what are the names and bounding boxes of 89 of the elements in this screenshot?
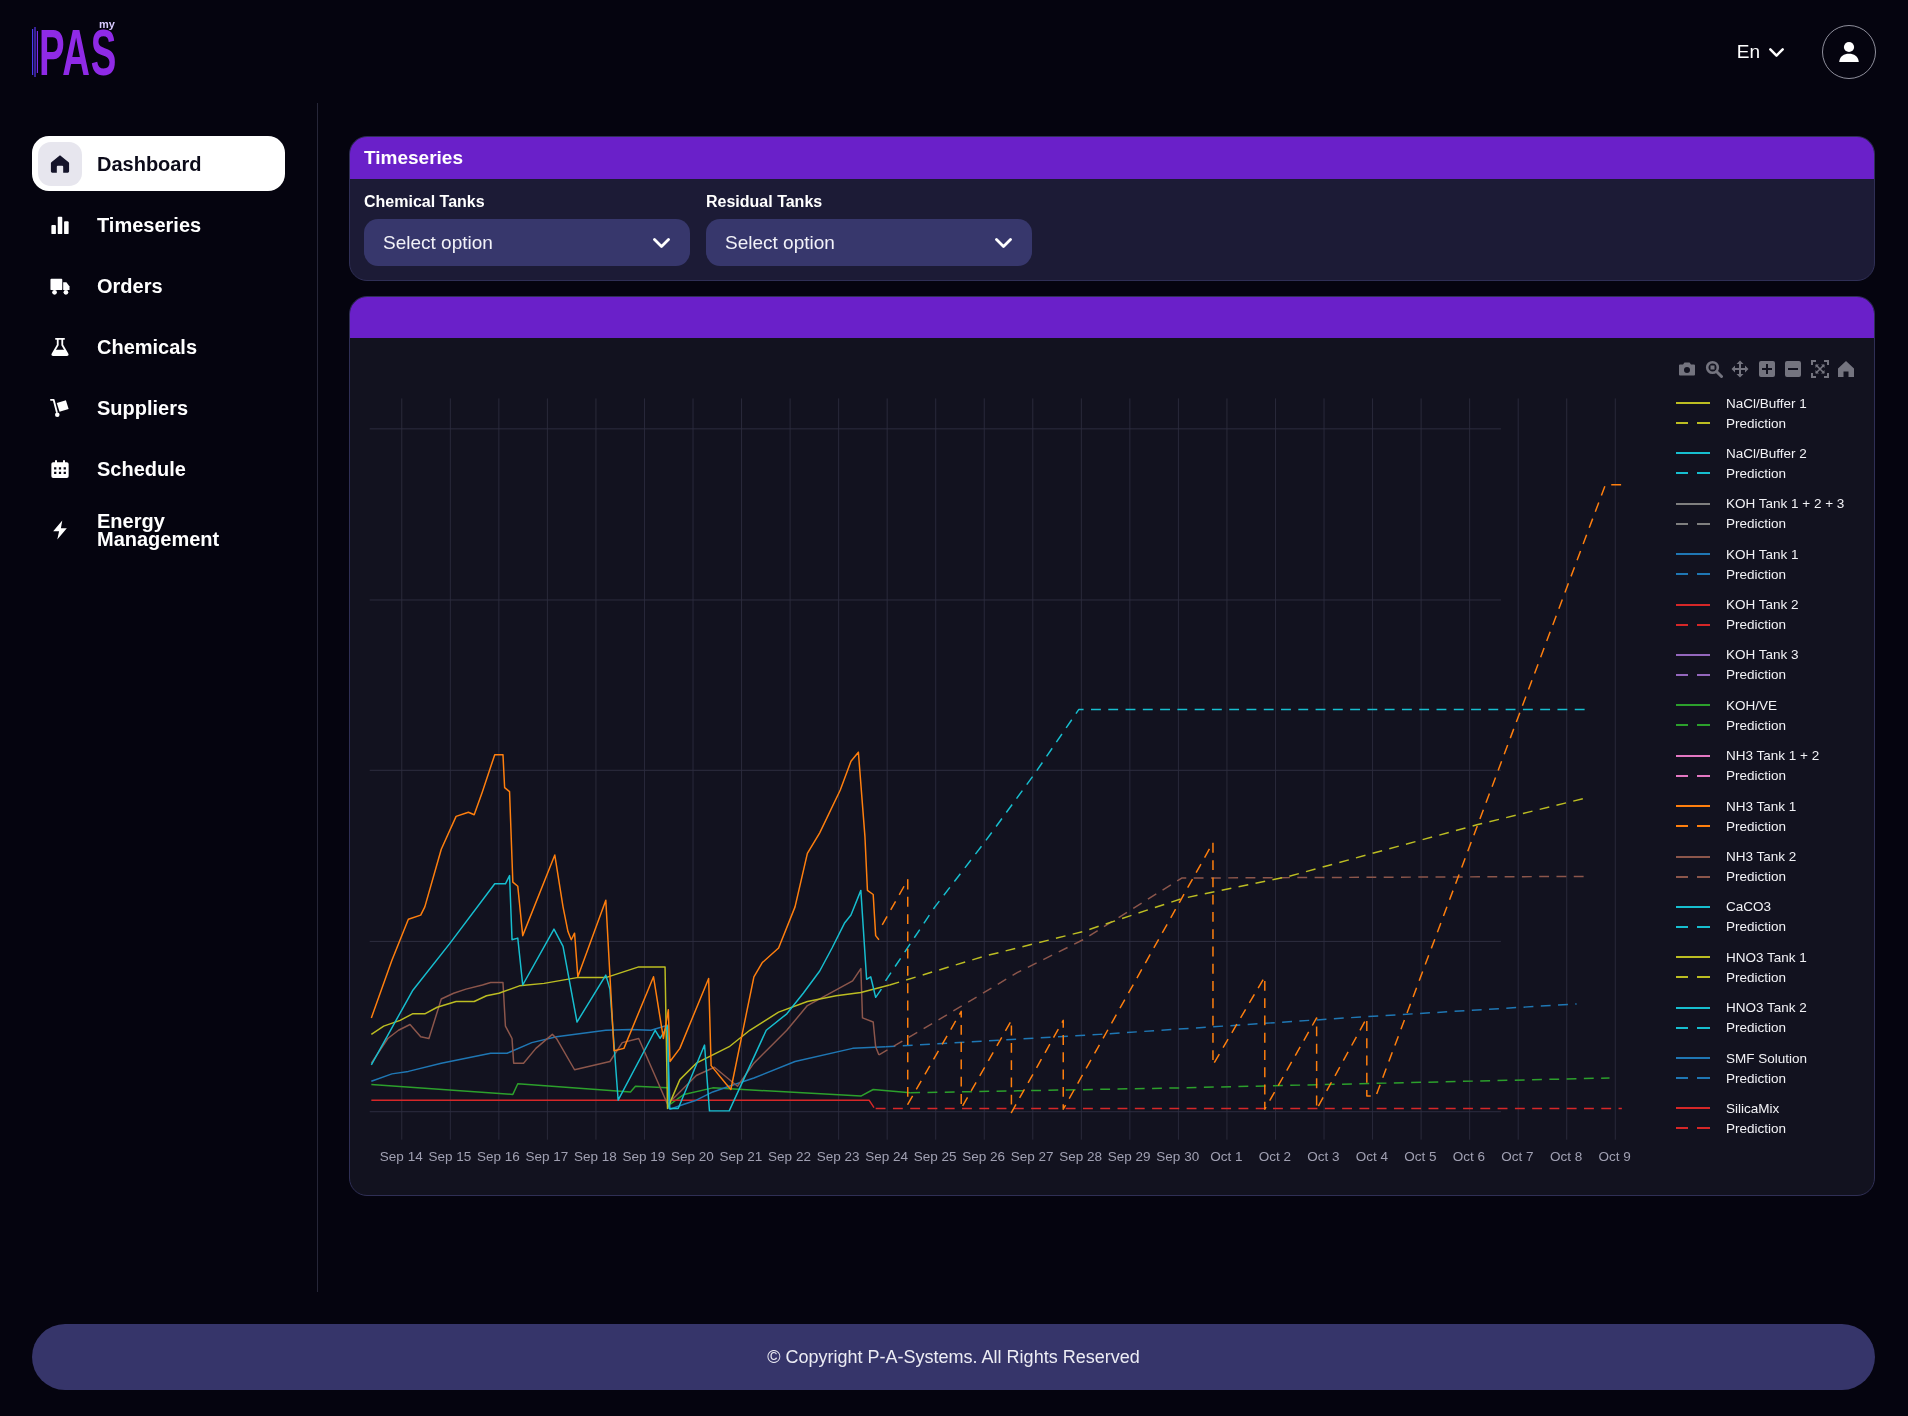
legend-label: HNO3 Tank 1: [1726, 949, 1807, 965]
legend-label: NH3 Tank 2: [1726, 849, 1797, 864]
axis-label: Oct 4: [1354, 1149, 1389, 1165]
chevron-down-icon: [995, 237, 1012, 248]
logo-stripes-icon: [32, 27, 39, 77]
flask-icon: [50, 336, 70, 357]
hand-truck-icon: [50, 397, 70, 418]
legend-label: NH3 Tank 1: [1726, 798, 1797, 814]
legend-label: SilicaMix: [1726, 1100, 1780, 1116]
legend-label: Prediction: [1726, 1070, 1787, 1086]
axis-label: Sep 26: [961, 1149, 1007, 1165]
axis-label: Sep 16: [475, 1149, 521, 1165]
axis-label: Sep 24: [864, 1149, 909, 1165]
legend-label: NaCl/Buffer 1: [1726, 395, 1807, 411]
legend-label: CaCO3: [1726, 899, 1771, 915]
logo-superscript: my: [99, 20, 115, 29]
legend-label: Prediction: [1726, 818, 1787, 834]
legend-label: Prediction: [1726, 1120, 1787, 1136]
legend-label: Prediction: [1726, 566, 1787, 582]
magnifier-icon[interactable]: [1704, 360, 1723, 378]
legend-label: Prediction: [1726, 516, 1787, 532]
field-label: Chemical Tanks: [364, 193, 486, 211]
sidebar-item[interactable]: Timeseries: [32, 197, 285, 252]
sidebar-item[interactable]: Chemicals: [32, 319, 285, 374]
legend-label: SMF Solution: [1726, 1050, 1808, 1066]
legend-label: Prediction: [1726, 667, 1787, 683]
legend-label: Prediction: [1726, 768, 1787, 784]
legend-label: Prediction: [1726, 869, 1787, 884]
sidebar-item[interactable]: Schedule: [32, 441, 285, 496]
axis-label: Sep 28: [1058, 1149, 1104, 1165]
legend-label: Prediction: [1726, 1020, 1787, 1036]
legend-label: KOH Tank 1 + 2 + 3: [1726, 496, 1845, 512]
axis-label: Sep 15: [427, 1149, 473, 1165]
legend-label: Prediction: [1726, 465, 1787, 481]
legend-label: KOH Tank 1: [1726, 546, 1799, 562]
axis-label: Sep 23: [815, 1149, 861, 1165]
axis-label: Sep 22: [767, 1149, 812, 1165]
legend-label: HNO3 Tank 2: [1726, 1000, 1807, 1016]
axis-label: Sep 27: [1009, 1149, 1055, 1165]
bar-chart-icon: [50, 214, 70, 235]
home-icon: [38, 141, 82, 186]
minus-icon[interactable]: [1784, 360, 1802, 378]
axis-label: Sep 21: [718, 1149, 764, 1165]
plus-icon[interactable]: [1757, 360, 1776, 378]
chevron-down-icon: [1769, 47, 1784, 57]
axis-label: Sep 18: [573, 1149, 618, 1165]
legend-label: Prediction: [1726, 415, 1787, 431]
card-title: Timeseries: [364, 147, 463, 169]
language-selector[interactable]: En: [1736, 39, 1784, 65]
legend-label: NH3 Tank 1 + 2: [1726, 748, 1820, 764]
axis-label: Sep 25: [912, 1149, 958, 1165]
axis-label: Oct 5: [1403, 1149, 1438, 1165]
axis-label: Oct 1: [1209, 1149, 1244, 1165]
axis-label: Oct 3: [1306, 1149, 1341, 1165]
camera-icon[interactable]: [1678, 360, 1696, 378]
axis-label: Sep 14: [378, 1149, 424, 1165]
axis-label: Oct 8: [1548, 1149, 1584, 1165]
axis-label: Sep 29: [1106, 1149, 1152, 1165]
axis-label: Oct 6: [1451, 1149, 1487, 1165]
legend-label: Prediction: [1726, 919, 1787, 935]
legend-label: KOH Tank 2: [1726, 597, 1799, 613]
axis-label: Sep 19: [621, 1149, 667, 1165]
dropdown[interactable]: Select option: [364, 219, 690, 266]
calendar-icon: [50, 458, 70, 479]
user-icon: [1839, 41, 1859, 63]
copyright-text: © Copyright P-A-Systems. All Rights Reserved: [767, 1346, 1140, 1368]
dropdown[interactable]: Select option: [706, 219, 1032, 266]
legend-label: KOH Tank 3: [1726, 647, 1799, 663]
legend-label: Prediction: [1726, 617, 1787, 633]
logo-text: PAS: [39, 30, 117, 76]
move-arrows-icon[interactable]: [1731, 360, 1749, 378]
legend-label: Prediction: [1726, 717, 1787, 733]
sidebar-item[interactable]: Orders: [32, 258, 285, 313]
chevron-down-icon: [653, 237, 670, 248]
legend-label: NaCl/Buffer 2: [1726, 445, 1807, 461]
field-label: Residual Tanks: [706, 193, 824, 211]
legend-label: KOH/VE: [1726, 697, 1777, 713]
axis-label: Sep 17: [524, 1149, 570, 1165]
legend-label: Prediction: [1726, 969, 1787, 985]
home-icon[interactable]: [1837, 360, 1855, 378]
axis-label: Sep 20: [670, 1149, 715, 1165]
axis-label: Oct 9: [1597, 1149, 1632, 1165]
axis-label: Sep 30: [1155, 1149, 1201, 1165]
axis-label: Oct 2: [1257, 1149, 1292, 1165]
sidebar-item[interactable]: Dashboard: [32, 136, 285, 191]
axis-label: Oct 7: [1500, 1149, 1535, 1165]
sidebar-item[interactable]: Suppliers: [32, 380, 285, 435]
sidebar-item[interactable]: Energy Management: [32, 502, 285, 557]
expand-arrows-icon[interactable]: [1810, 360, 1829, 378]
